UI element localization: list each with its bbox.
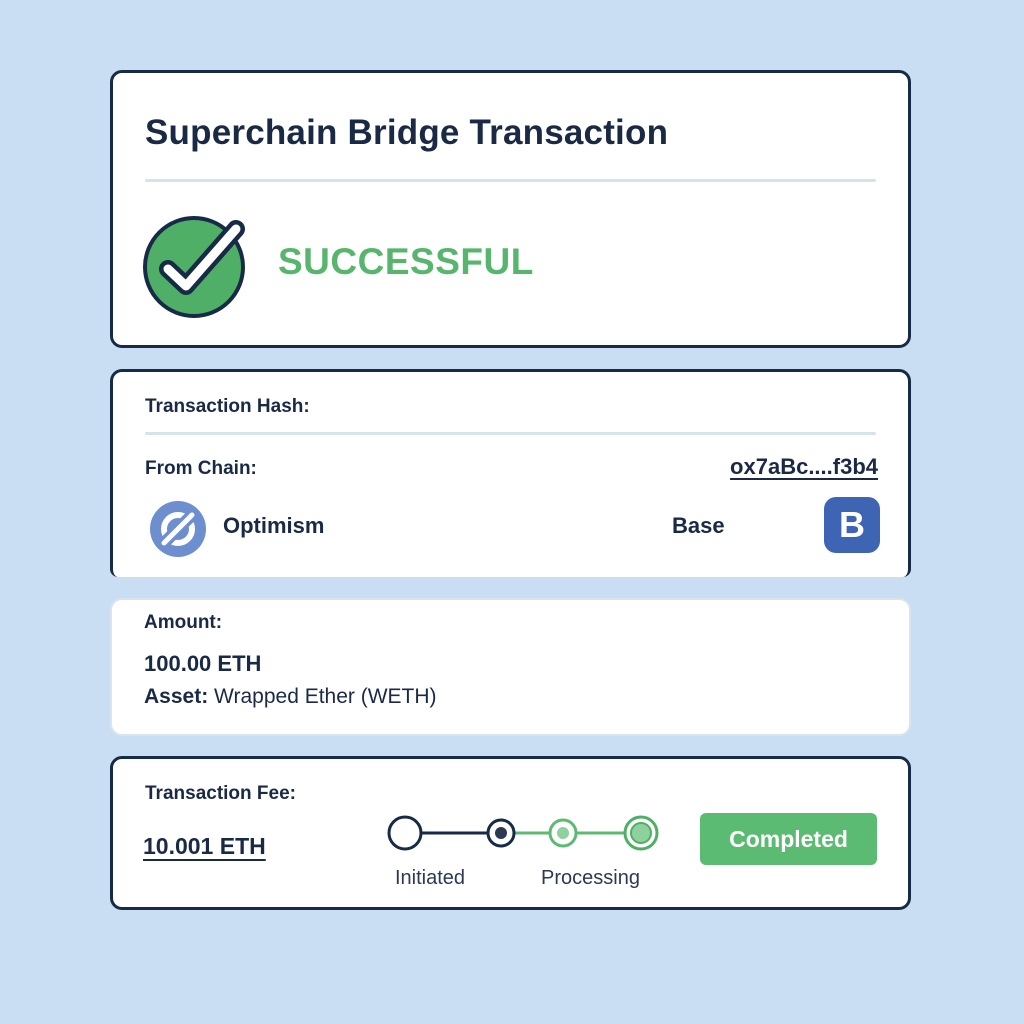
step-label-processing: Processing xyxy=(541,867,640,889)
success-check-icon xyxy=(143,216,245,318)
title-divider xyxy=(145,179,876,182)
asset-value: Wrapped Ether (WETH) xyxy=(214,685,437,708)
progress-tracker xyxy=(387,815,659,851)
to-chain-name: Base xyxy=(672,513,725,538)
asset-label: Asset: xyxy=(144,685,209,708)
completed-button[interactable]: Completed xyxy=(700,813,877,865)
amount-label: Amount: xyxy=(144,612,223,633)
optimism-logo-icon xyxy=(150,501,206,557)
amount-card: Amount: 100.00 ETH Asset: Wrapped Ether … xyxy=(110,598,911,736)
transaction-details-card: Transaction Hash: From Chain: ox7aBc....… xyxy=(110,369,911,577)
status-card: Superchain Bridge Transaction SUCCESSFUL xyxy=(110,70,911,348)
from-chain-label: From Chain: xyxy=(145,458,257,479)
amount-value: 100.00 ETH xyxy=(144,651,262,676)
hash-divider xyxy=(145,432,876,435)
base-logo-icon: B xyxy=(824,497,880,553)
page-title: Superchain Bridge Transaction xyxy=(145,113,669,152)
transaction-hash-label: Transaction Hash: xyxy=(145,396,310,417)
fee-label: Transaction Fee: xyxy=(145,783,296,804)
transaction-hash-link[interactable]: ox7aBc....f3b4 xyxy=(730,454,878,480)
step-label-initiated: Initiated xyxy=(395,867,466,889)
from-chain-name: Optimism xyxy=(223,513,325,538)
step-initiated-dot xyxy=(387,815,423,851)
fee-value-link[interactable]: 10.001 ETH xyxy=(143,833,266,860)
fee-card: Transaction Fee: 10.001 ETH Initiated Pr… xyxy=(110,756,911,910)
status-text: SUCCESSFUL xyxy=(278,241,534,282)
asset-line: Asset: Wrapped Ether (WETH) xyxy=(144,685,437,709)
